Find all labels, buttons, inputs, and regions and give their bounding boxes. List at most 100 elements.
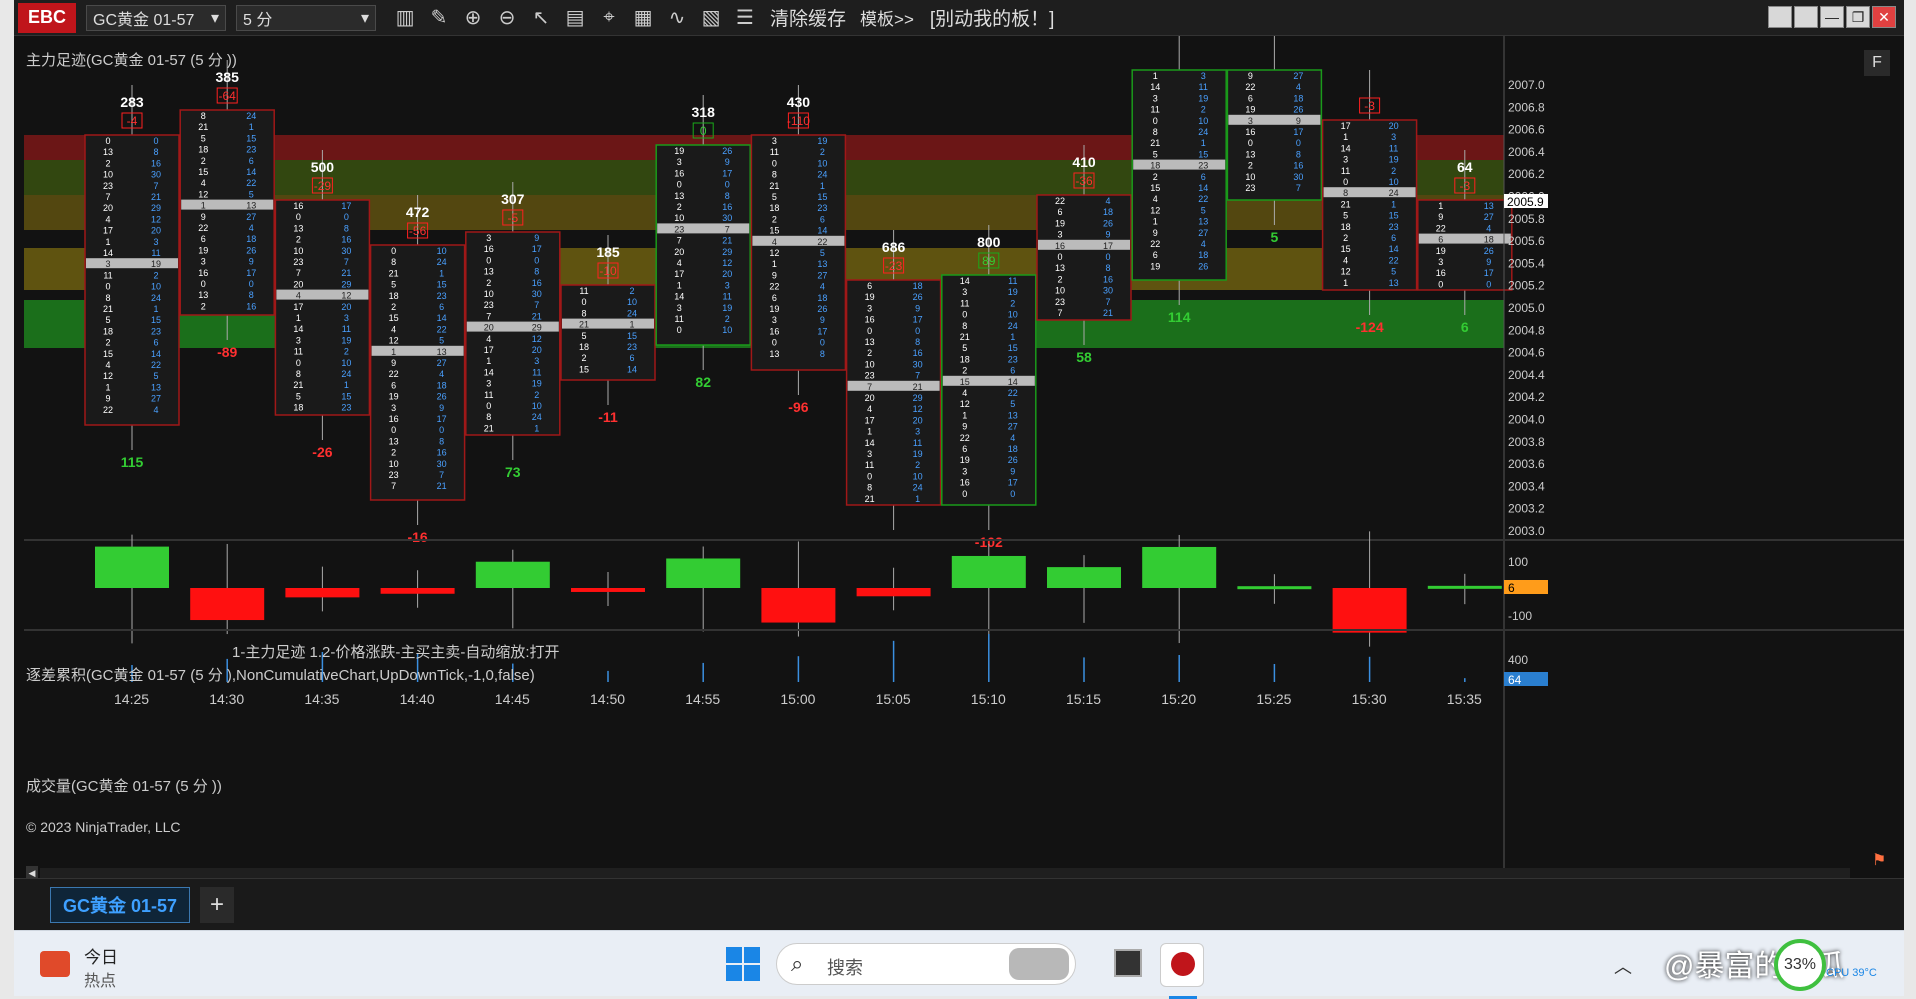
sell-volume: 17 (293, 302, 303, 312)
sell-volume: 5 (962, 343, 967, 353)
bar-delta-label: -36 (1075, 174, 1093, 188)
sell-volume: 13 (865, 337, 875, 347)
windows-taskbar: 今日 热点 ⌕ 搜索 ︿ @暴富的西瓜 33% CPU 39°C (14, 930, 1904, 999)
sell-volume: 13 (1245, 149, 1255, 159)
buy-volume: 8 (249, 290, 254, 300)
sell-volume: 8 (1343, 188, 1348, 198)
period-selector[interactable]: 5 分 ▾ (236, 4, 377, 31)
sell-volume: 14 (293, 324, 303, 334)
delta-bar (1332, 588, 1407, 633)
price-tick-label: 2004.0 (1508, 413, 1545, 427)
maximize-icon[interactable]: ❐ (1846, 6, 1870, 28)
bar-bottom-value: 5 (1271, 229, 1279, 245)
sell-volume: 11 (1151, 105, 1160, 115)
cursor-icon[interactable]: ↖ (526, 3, 556, 33)
news-title[interactable]: 今日 (84, 943, 118, 968)
add-tab-button[interactable]: + (200, 887, 234, 923)
buy-volume: 2 (534, 390, 539, 400)
buy-volume: 10 (437, 246, 447, 256)
buy-volume: 9 (1486, 257, 1491, 267)
buy-volume: 15 (341, 391, 351, 401)
sell-volume: 4 (486, 334, 491, 344)
sell-volume: 0 (772, 158, 777, 168)
buy-volume: 7 (534, 300, 539, 310)
taskbar-search-box[interactable]: ⌕ 搜索 (776, 943, 1076, 985)
sell-volume: 21 (293, 380, 303, 390)
sell-volume: 2 (962, 366, 967, 376)
bar-chart-icon[interactable]: ▥ (390, 3, 420, 33)
minimize-icon[interactable]: — (1820, 6, 1844, 28)
buy-volume: 23 (151, 326, 161, 336)
horizontal-scrollbar[interactable] (40, 868, 1850, 878)
buy-volume: 24 (532, 412, 542, 422)
zoom-out-icon[interactable]: ⊖ (492, 3, 522, 33)
buy-volume: 30 (532, 289, 542, 299)
sell-volume: 0 (962, 310, 967, 320)
buy-volume: 4 (1201, 239, 1206, 249)
flag-icon[interactable]: ⚑ (1872, 850, 1894, 872)
windows-start-icon[interactable] (726, 947, 760, 981)
pencil-icon[interactable]: ✎ (424, 3, 454, 33)
buy-volume: 0 (725, 180, 730, 190)
sell-volume: 0 (962, 489, 967, 499)
f-button[interactable]: F (1864, 50, 1890, 76)
buy-volume: 0 (249, 279, 254, 289)
instrument-selector[interactable]: GC黄金 01-57 ▾ (86, 4, 227, 31)
restore-small-icon[interactable] (1794, 6, 1818, 28)
indicator-icon[interactable]: ▦ (628, 3, 658, 33)
sell-volume: 5 (296, 391, 301, 401)
sell-volume: 9 (772, 270, 777, 280)
zoom-in-icon[interactable]: ⊕ (458, 3, 488, 33)
sell-volume: 4 (677, 258, 682, 268)
buy-volume: 3 (344, 313, 349, 323)
buy-volume: 29 (151, 203, 161, 213)
clear-cache-button[interactable]: 清除缓存 (770, 4, 846, 31)
buy-volume: 5 (439, 336, 444, 346)
buy-volume: 22 (1389, 255, 1399, 265)
current-price-label: 2005.9 (1507, 195, 1544, 209)
ninjatrader-taskbar-icon[interactable] (1160, 943, 1204, 999)
sell-volume: 21 (198, 122, 208, 132)
chevron-down-icon: ▾ (360, 9, 370, 27)
delta-panel-title: 逐差累积(GC黄金 01-57 (5 分 ),NonCumulativeChar… (26, 667, 535, 684)
bar-volume-label: 318 (692, 104, 716, 120)
cpu-temp: CPU 39°C (1826, 967, 1877, 979)
sell-volume: 8 (962, 321, 967, 331)
close-icon[interactable]: ✕ (1872, 6, 1896, 28)
sell-volume: 1 (1153, 71, 1158, 81)
footprint-chart[interactable]: 0 013 82 1610 3023 77 2120 294 1217 201 314 113 1911… (14, 36, 1904, 878)
chevron-up-icon[interactable]: ︿ (1614, 953, 1632, 979)
sell-volume: 9 (391, 358, 396, 368)
crosshair-icon[interactable]: ⌖ (594, 3, 624, 33)
buy-volume: 13 (246, 201, 256, 211)
properties-icon[interactable]: ▧ (696, 3, 726, 33)
buy-volume: 3 (1201, 71, 1206, 81)
template-button[interactable]: 模板>> (860, 5, 914, 30)
buy-volume: 2 (1010, 298, 1015, 308)
taskbar-app-icon[interactable] (1114, 949, 1142, 977)
list-icon[interactable]: ☰ (730, 3, 760, 33)
sell-volume: 20 (293, 279, 303, 289)
buy-volume: 12 (722, 258, 732, 268)
sell-volume: 23 (484, 300, 494, 310)
strategy-icon[interactable]: ∿ (662, 3, 692, 33)
buy-volume: 19 (817, 136, 827, 146)
news-icon[interactable] (40, 951, 70, 977)
buy-volume: 30 (341, 246, 351, 256)
sell-volume: 6 (1248, 93, 1253, 103)
price-tick-label: 2004.6 (1508, 346, 1545, 360)
buy-volume: 17 (246, 268, 256, 278)
buy-volume: 23 (1389, 222, 1399, 232)
instrument-tab[interactable]: GC黄金 01-57 (50, 887, 190, 923)
price-tick-label: 2006.6 (1508, 123, 1545, 137)
sell-volume: 21 (484, 423, 494, 433)
sell-volume: 2 (677, 202, 682, 212)
buy-volume: 11 (532, 367, 541, 377)
sell-volume: 15 (198, 167, 208, 177)
news-subtitle[interactable]: 热点 (84, 967, 116, 991)
time-tick-label: 14:35 (304, 691, 340, 707)
minimize-small-icon[interactable] (1768, 6, 1792, 28)
buy-volume: 12 (341, 291, 351, 301)
data-box-icon[interactable]: ▤ (560, 3, 590, 33)
sell-volume: 16 (389, 414, 399, 424)
